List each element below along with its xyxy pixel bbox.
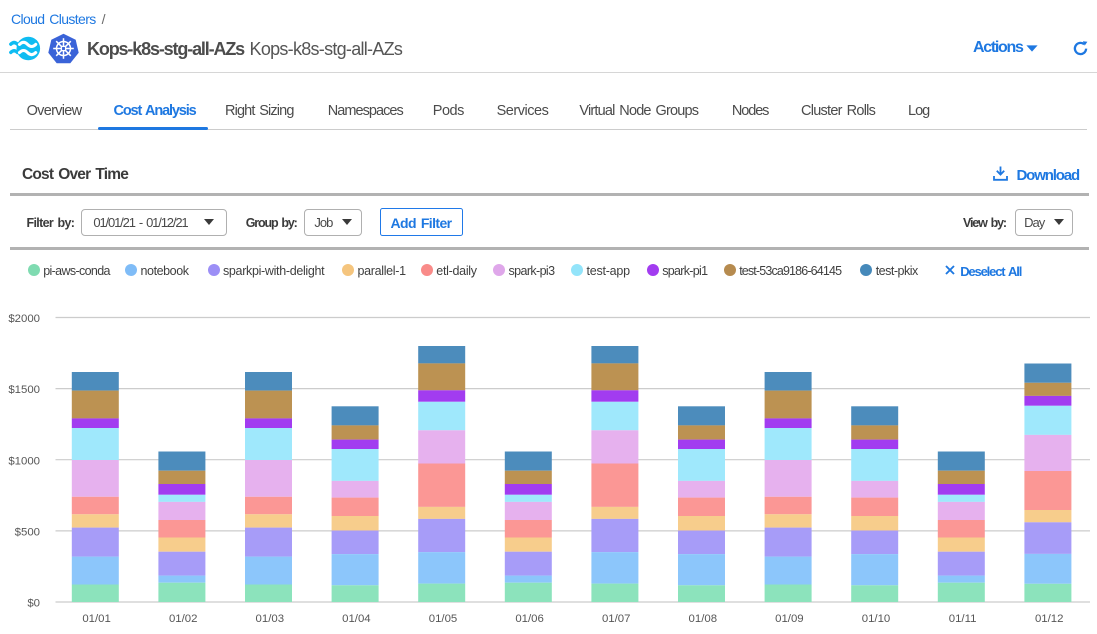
svg-text:01/02: 01/02 <box>169 613 198 625</box>
svg-text:01/11: 01/11 <box>949 613 977 625</box>
svg-text:$2000: $2000 <box>8 313 40 325</box>
svg-text:01/03: 01/03 <box>256 613 285 625</box>
svg-text:01/07: 01/07 <box>602 613 631 625</box>
svg-text:01/12: 01/12 <box>1035 613 1064 625</box>
svg-text:$1000: $1000 <box>8 455 40 467</box>
svg-text:01/10: 01/10 <box>862 613 891 625</box>
svg-text:$1500: $1500 <box>8 384 40 396</box>
svg-text:01/06: 01/06 <box>515 613 544 625</box>
svg-text:01/09: 01/09 <box>775 613 804 625</box>
svg-text:$0: $0 <box>27 598 40 610</box>
svg-text:01/05: 01/05 <box>429 613 458 625</box>
svg-text:01/01: 01/01 <box>82 613 111 625</box>
svg-text:01/08: 01/08 <box>689 613 718 625</box>
svg-text:01/04: 01/04 <box>342 613 371 625</box>
svg-text:$500: $500 <box>15 527 40 539</box>
